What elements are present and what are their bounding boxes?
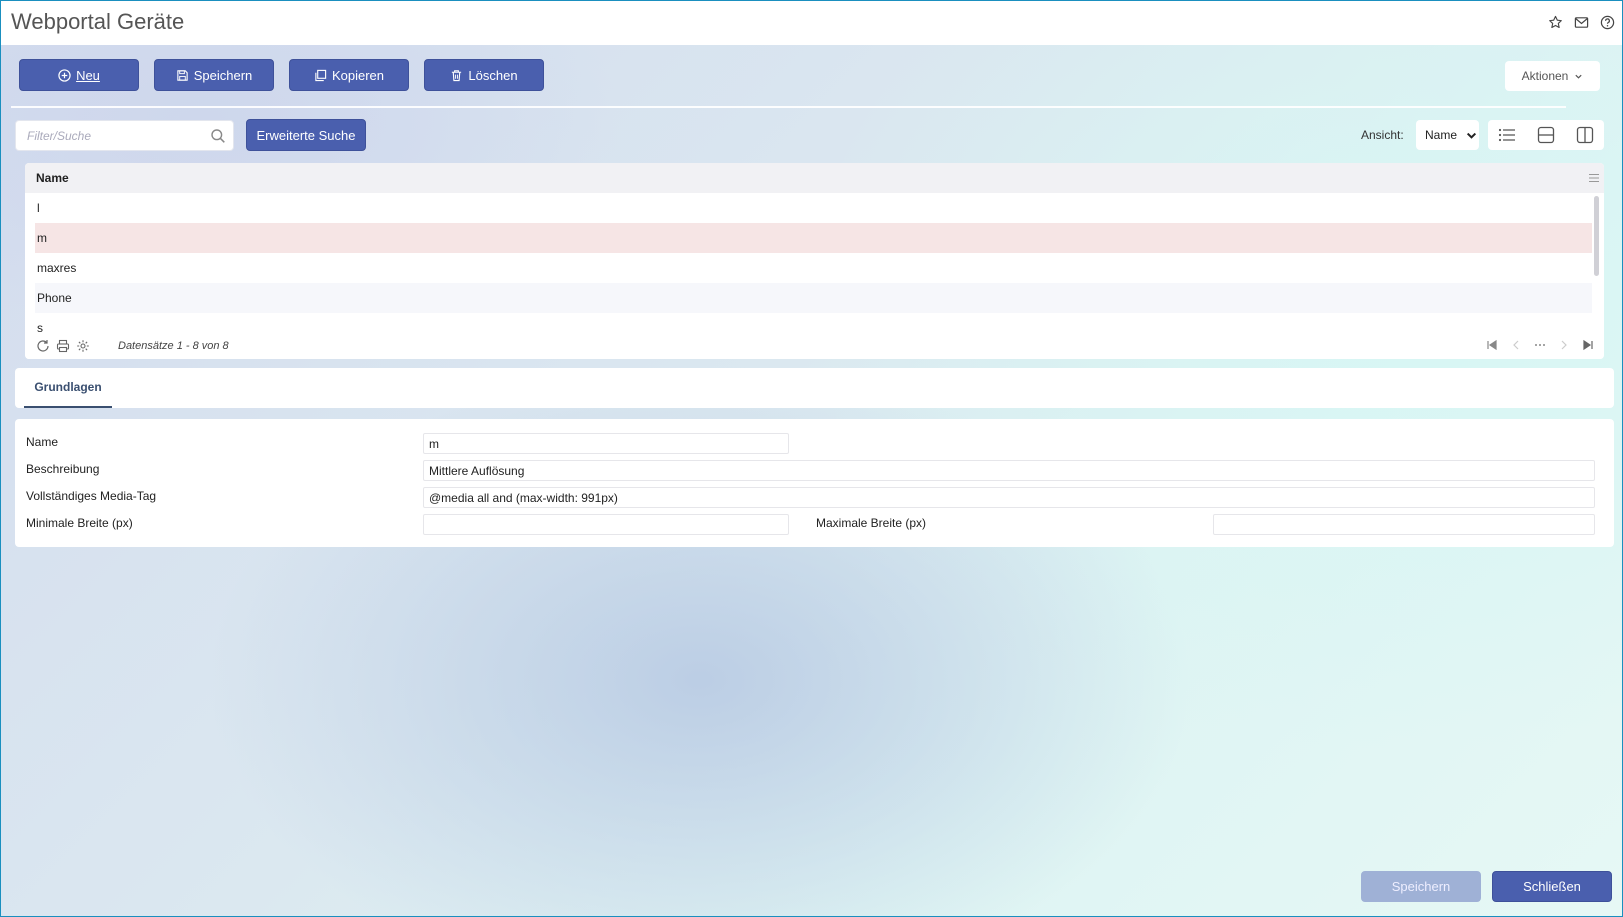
prev-page-icon[interactable] — [1509, 338, 1522, 352]
name-label: Name — [26, 435, 59, 449]
save-toolbar-button[interactable]: Speichern — [154, 59, 274, 91]
pager — [1485, 338, 1594, 352]
close-button[interactable]: Schließen — [1492, 871, 1612, 902]
record-count: Datensätze 1 - 8 von 8 — [118, 340, 229, 352]
grid-footer: Datensätze 1 - 8 von 8 — [25, 333, 1604, 359]
view-mode-toggle — [1488, 120, 1604, 150]
actions-label: Aktionen — [1521, 69, 1569, 83]
new-button[interactable]: Neu — [19, 59, 139, 91]
table-row[interactable]: maxres — [35, 253, 1592, 283]
save-toolbar-label: Speichern — [193, 67, 253, 83]
column-menu-icon[interactable] — [1588, 172, 1600, 184]
description-label: Beschreibung — [26, 462, 100, 476]
more-pages-icon[interactable] — [1533, 338, 1546, 352]
delete-button[interactable]: Löschen — [424, 59, 544, 91]
actions-dropdown[interactable]: Aktionen — [1505, 61, 1600, 91]
print-icon[interactable] — [56, 339, 71, 354]
next-page-icon[interactable] — [1557, 338, 1570, 352]
column-header-name[interactable]: Name — [36, 171, 69, 185]
copy-icon — [315, 69, 327, 81]
min-width-label: Minimale Breite (px) — [26, 516, 133, 530]
table-row[interactable]: l — [35, 193, 1592, 223]
copy-button[interactable]: Kopieren — [289, 59, 409, 91]
tab-grundlagen[interactable]: Grundlagen — [24, 368, 112, 408]
view-selected-value: Name — [1425, 128, 1458, 142]
media-tag-field[interactable] — [423, 487, 1595, 508]
title-icons — [1546, 13, 1616, 31]
detail-form: Name Beschreibung Vollständiges Media-Ta… — [15, 419, 1614, 547]
split-vertical-icon[interactable] — [1576, 126, 1594, 144]
chevron-down-icon — [1466, 132, 1477, 139]
refresh-icon[interactable] — [36, 339, 51, 354]
settings-icon[interactable] — [76, 339, 91, 354]
last-page-icon[interactable] — [1581, 338, 1594, 352]
split-horizontal-icon[interactable] — [1537, 126, 1555, 144]
first-page-icon[interactable] — [1485, 338, 1498, 352]
close-button-label: Schließen — [1523, 879, 1581, 894]
toolbar-divider — [11, 106, 1566, 108]
min-width-field[interactable] — [423, 514, 789, 535]
advanced-search-label: Erweiterte Suche — [256, 127, 356, 143]
title-bar: Webportal Geräte — [1, 1, 1622, 45]
copy-button-label: Kopieren — [331, 67, 385, 83]
trash-icon — [452, 69, 462, 81]
delete-button-label: Löschen — [468, 67, 518, 83]
grid-scrollbar[interactable] — [1594, 196, 1599, 276]
grid-header: Name — [25, 163, 1604, 193]
max-width-label: Maximale Breite (px) — [816, 516, 927, 530]
detail-tabs: Grundlagen — [15, 368, 1614, 408]
star-icon[interactable] — [1546, 13, 1564, 31]
plus-circle-icon — [58, 68, 71, 82]
save-icon — [177, 69, 188, 81]
search-input[interactable] — [16, 121, 196, 150]
new-button-label: Neu — [76, 67, 100, 83]
table-row-selected[interactable]: m — [35, 223, 1592, 253]
mail-icon[interactable] — [1572, 13, 1590, 31]
save-button[interactable]: Speichern — [1361, 871, 1481, 902]
list-view-icon[interactable] — [1498, 127, 1516, 143]
chevron-down-icon — [1575, 74, 1582, 79]
view-select[interactable]: Name — [1416, 120, 1479, 150]
save-button-label: Speichern — [1391, 879, 1451, 894]
view-label: Ansicht: — [1361, 128, 1404, 142]
max-width-field[interactable] — [1213, 514, 1595, 535]
description-field[interactable] — [423, 460, 1595, 481]
name-field[interactable] — [423, 433, 789, 454]
records-grid: Name l m maxres Phone s Datensätze 1 - 8… — [25, 163, 1604, 359]
table-row[interactable]: Phone — [35, 283, 1592, 313]
search-icon[interactable] — [210, 128, 226, 144]
page-title: Webportal Geräte — [11, 9, 185, 34]
toolbar: Neu Speichern Kopieren Löschen — [19, 59, 544, 91]
advanced-search-button[interactable]: Erweiterte Suche — [246, 119, 366, 151]
help-icon[interactable] — [1598, 13, 1616, 31]
media-tag-label: Vollständiges Media-Tag — [26, 489, 157, 503]
filter-search — [15, 120, 234, 151]
